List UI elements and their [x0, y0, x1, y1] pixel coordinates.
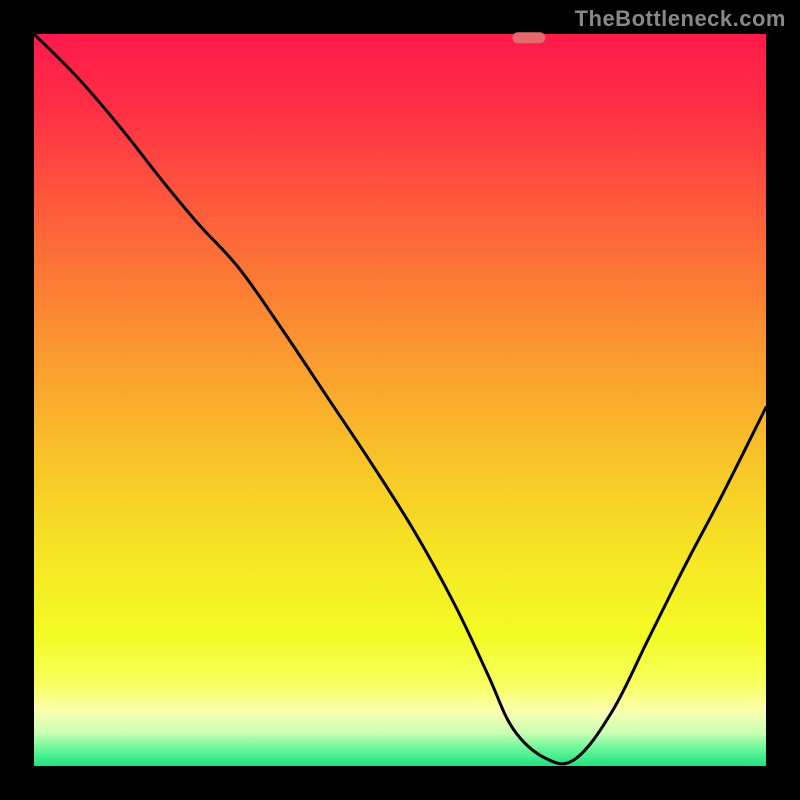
plot-area [34, 34, 766, 766]
watermark: TheBottleneck.com [575, 6, 786, 32]
minimum-marker [512, 32, 545, 43]
plot-canvas [0, 0, 800, 800]
chart-frame: TheBottleneck.com [0, 0, 800, 800]
